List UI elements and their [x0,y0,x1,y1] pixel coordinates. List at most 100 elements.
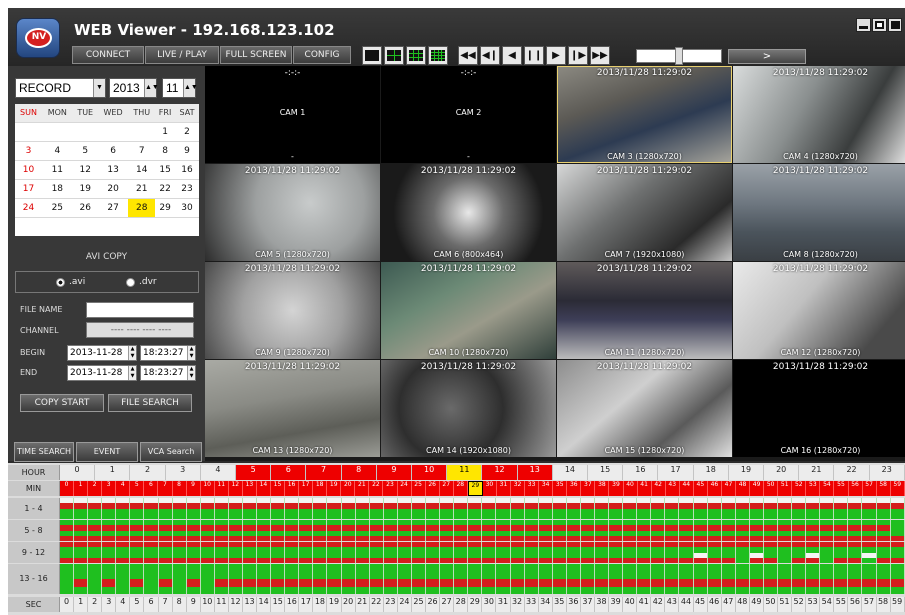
minute-cell[interactable]: 43 [665,481,680,496]
minute-cell[interactable]: 15 [270,481,285,496]
chevron-down-icon[interactable]: ▼ [93,79,105,97]
camera-tile[interactable]: 2013/11/28 11:29:02 CAM 4 (1280x720) [733,66,905,163]
minute-cell[interactable]: 41 [637,481,652,496]
month-stepper[interactable]: 11 ▲▼ [162,78,198,98]
year-stepper[interactable]: 2013 ▲▼ [109,78,159,98]
minute-cell[interactable]: 42 [651,481,666,496]
live-play-button[interactable]: LIVE / PLAY [145,46,219,64]
hour-cell[interactable]: 11 [447,465,483,480]
camera-tile[interactable]: 2013/11/28 11:29:02 CAM 8 (1280x720) [733,164,905,261]
calendar-day[interactable]: 21 [128,178,156,198]
calendar-day[interactable]: 5 [72,140,98,160]
minute-cell[interactable]: 8 [172,481,187,496]
minute-cell[interactable]: 9 [186,481,201,496]
minute-cell[interactable]: 6 [144,481,159,496]
calendar-day[interactable]: 6 [97,140,129,160]
calendar-day[interactable]: 16 [175,159,199,179]
begin-date-field[interactable]: 2013-11-28 ▲ ▼ [67,345,137,361]
minute-cell[interactable]: 59 [890,481,905,496]
minute-cell[interactable]: 28 [453,481,468,496]
minute-cell[interactable]: 52 [792,481,807,496]
hour-cell[interactable]: 10 [412,465,448,480]
calendar-day[interactable]: 14 [128,159,156,179]
calendar-day[interactable]: 4 [42,140,73,160]
minute-cell[interactable]: 24 [397,481,412,496]
minute-cell[interactable]: 47 [721,481,736,496]
step-forward-icon[interactable]: ❙▶ [568,46,588,65]
minute-cell[interactable]: 18 [313,481,328,496]
speed-slider[interactable] [636,47,722,65]
minute-cell[interactable]: 49 [750,481,765,496]
channel-row-1-4[interactable]: 1 - 4 [8,498,905,519]
mode-select[interactable]: RECORD ▼ [15,78,106,98]
camera-tile[interactable]: 2013/11/28 11:29:02 CAM 12 (1280x720) [733,262,905,359]
minute-cell[interactable]: 4 [116,481,131,496]
minute-cell[interactable]: 40 [623,481,638,496]
layout-9-icon[interactable] [406,46,426,65]
vca-search-tab[interactable]: VCA Search [140,442,202,462]
calendar-day[interactable]: 25 [42,197,73,217]
minute-cell[interactable]: 36 [567,481,582,496]
hour-cell[interactable]: 15 [588,465,624,480]
camera-tile[interactable]: 2013/11/28 11:29:02 CAM 13 (1280x720) [205,360,380,457]
end-time-field[interactable]: 18:23:27 ▲ ▼ [140,365,196,381]
connect-button[interactable]: CONNECT [72,46,144,64]
minute-cell[interactable]: 26 [425,481,440,496]
camera-tile[interactable]: 2013/11/28 11:29:02 CAM 5 (1280x720) [205,164,380,261]
minute-cell[interactable]: 2 [88,481,103,496]
minimize-icon[interactable] [856,18,871,32]
hour-cell[interactable]: 16 [623,465,659,480]
minute-cell[interactable]: 19 [327,481,342,496]
minute-cell[interactable]: 1 [74,481,89,496]
minute-cell[interactable]: 17 [299,481,314,496]
calendar-day[interactable]: 15 [155,159,176,179]
camera-tile[interactable]: 2013/11/28 11:29:02 CAM 7 (1920x1080) [557,164,732,261]
minute-cell[interactable]: 58 [876,481,891,496]
minute-cell[interactable]: 32 [511,481,526,496]
hour-cell[interactable]: 17 [658,465,694,480]
step-back-icon[interactable]: ◀❙ [480,46,500,65]
calendar-day[interactable]: 24 [15,197,42,217]
minute-cell[interactable]: 0 [60,481,75,496]
calendar-day[interactable]: 23 [175,178,199,198]
play-icon[interactable]: ▶ [546,46,566,65]
minute-cell[interactable]: 14 [256,481,271,496]
spin-icon[interactable]: ▲▼ [187,366,195,380]
minute-cell[interactable]: 29 [467,481,483,496]
minute-cell[interactable]: 13 [242,481,257,496]
minute-cell[interactable]: 21 [355,481,370,496]
minute-cell[interactable]: 20 [341,481,356,496]
calendar-day[interactable]: 19 [72,178,98,198]
calendar-day[interactable]: 28 [128,197,156,217]
fast-rewind-icon[interactable]: ◀◀ [458,46,478,65]
camera-tile[interactable]: 2013/11/28 11:29:02 CAM 10 (1280x720) [381,262,556,359]
hour-cell[interactable]: 6 [271,465,307,480]
hour-cell[interactable]: 14 [552,465,589,480]
camera-tile[interactable]: 2013/11/28 11:29:02 CAM 9 (1280x720) [205,262,380,359]
calendar-day[interactable]: 8 [155,140,176,160]
camera-tile[interactable]: -:-:- CAM 1 - [205,66,380,163]
hour-cell[interactable]: 5 [236,465,272,480]
minute-cell[interactable]: 37 [581,481,596,496]
minute-cell[interactable]: 56 [848,481,863,496]
minute-cell[interactable]: 22 [369,481,384,496]
calendar-day[interactable]: 22 [155,178,176,198]
minute-cell[interactable]: 38 [595,481,610,496]
copy-start-button[interactable]: COPY START [20,394,104,412]
minute-cell[interactable]: 27 [439,481,454,496]
event-search-tab[interactable]: EVENT SEARCH [76,442,138,462]
spin-icon[interactable]: ▲▼ [128,346,136,360]
minute-cell[interactable]: 44 [679,481,694,496]
calendar-day[interactable]: 12 [72,159,98,179]
calendar-day[interactable]: 18 [42,178,73,198]
dvr-radio[interactable]: .dvr [126,277,157,287]
minute-cell[interactable]: 55 [834,481,849,496]
spin-icon[interactable]: ▲▼ [183,79,198,97]
minute-cell[interactable]: 16 [285,481,300,496]
calendar-day[interactable]: 13 [97,159,129,179]
minute-cell[interactable]: 33 [525,481,540,496]
channel-row-13-16[interactable]: 13 - 16 [8,564,905,594]
config-button[interactable]: CONFIG [293,46,351,64]
minute-cell[interactable]: 3 [102,481,117,496]
layout-4-icon[interactable] [384,46,404,65]
